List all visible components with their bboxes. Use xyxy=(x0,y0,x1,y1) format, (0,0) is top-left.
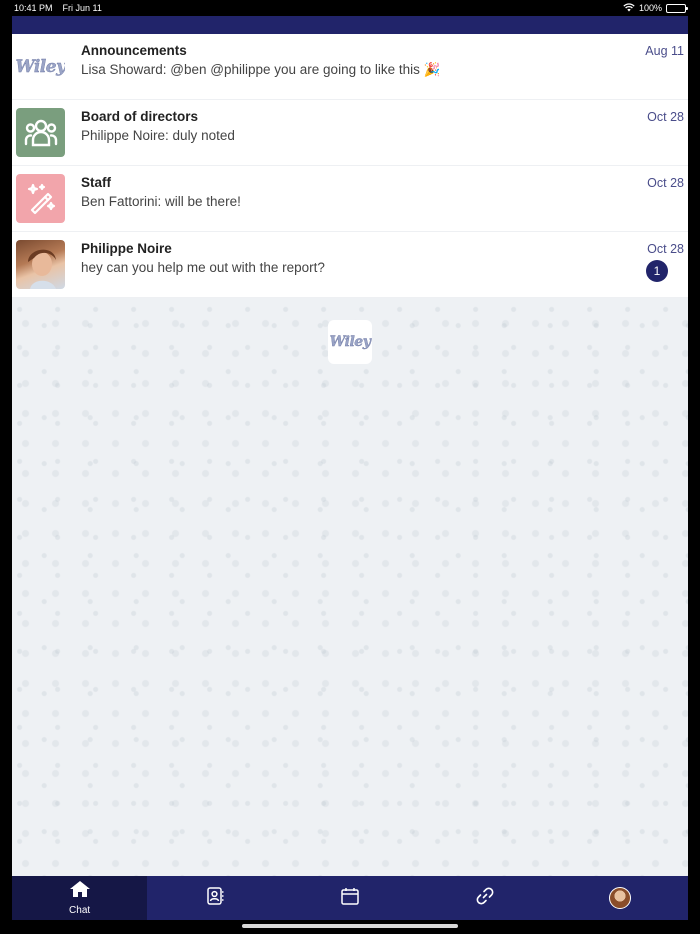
chat-date: Oct 28 xyxy=(647,242,684,256)
contacts-icon xyxy=(205,886,225,911)
wiley-logo-text: Wiley xyxy=(329,334,371,350)
chat-title: Board of directors xyxy=(81,109,199,124)
chat-date: Aug 11 xyxy=(645,44,684,58)
profile-avatar xyxy=(609,887,632,909)
chat-list: Wiley Announcements Lisa Showard: @ben @… xyxy=(12,34,688,298)
home-indicator xyxy=(242,924,458,928)
chat-title: Staff xyxy=(81,175,111,190)
tab-profile[interactable] xyxy=(553,876,688,920)
tab-bar: Chat xyxy=(12,876,688,920)
battery-icon xyxy=(666,3,688,13)
wiley-logo-avatar: Wiley xyxy=(16,42,65,91)
chat-preview: Ben Fattorini: will be there! xyxy=(81,194,241,209)
tab-calendar[interactable] xyxy=(282,876,417,920)
chat-title: Announcements xyxy=(81,43,187,58)
tab-chat[interactable]: Chat xyxy=(12,876,148,920)
wiley-logo: Wiley xyxy=(328,320,372,364)
chat-item-board-of-directors[interactable]: Board of directors Philippe Noire: duly … xyxy=(12,100,688,166)
chat-preview: hey can you help me out with the report? xyxy=(81,260,325,275)
chat-preview: Philippe Noire: duly noted xyxy=(81,128,235,143)
wiley-logo: Wiley xyxy=(16,56,65,77)
tab-links[interactable] xyxy=(418,876,553,920)
tab-contacts[interactable] xyxy=(147,876,282,920)
chat-item-announcements[interactable]: Wiley Announcements Lisa Showard: @ben @… xyxy=(12,34,688,100)
chat-date: Oct 28 xyxy=(647,110,684,124)
status-bar: 10:41 PM Fri Jun 11 100% xyxy=(0,0,700,16)
link-icon xyxy=(475,886,495,911)
chat-item-staff[interactable]: Staff Ben Fattorini: will be there! Oct … xyxy=(12,166,688,232)
chat-title: Philippe Noire xyxy=(81,241,172,256)
chat-background: Wiley xyxy=(12,298,688,876)
chat-preview: Lisa Showard: @ben @philippe you are goi… xyxy=(81,62,441,77)
tab-label: Chat xyxy=(69,905,91,916)
chat-item-philippe-noire[interactable]: Philippe Noire hey can you help me out w… xyxy=(12,232,688,298)
wifi-icon xyxy=(623,2,635,14)
status-date: Fri Jun 11 xyxy=(62,3,102,13)
chat-date: Oct 28 xyxy=(647,176,684,190)
status-time: 10:41 PM xyxy=(14,3,53,13)
user-photo-avatar xyxy=(16,240,65,289)
unread-badge: 1 xyxy=(646,260,668,282)
magic-wand-icon xyxy=(16,174,65,223)
home-icon xyxy=(69,880,91,903)
group-icon xyxy=(16,108,65,157)
header-bar xyxy=(12,16,688,34)
battery-percent: 100% xyxy=(638,3,662,13)
chat-app: Wiley Announcements Lisa Showard: @ben @… xyxy=(12,16,688,920)
calendar-icon xyxy=(340,886,360,911)
